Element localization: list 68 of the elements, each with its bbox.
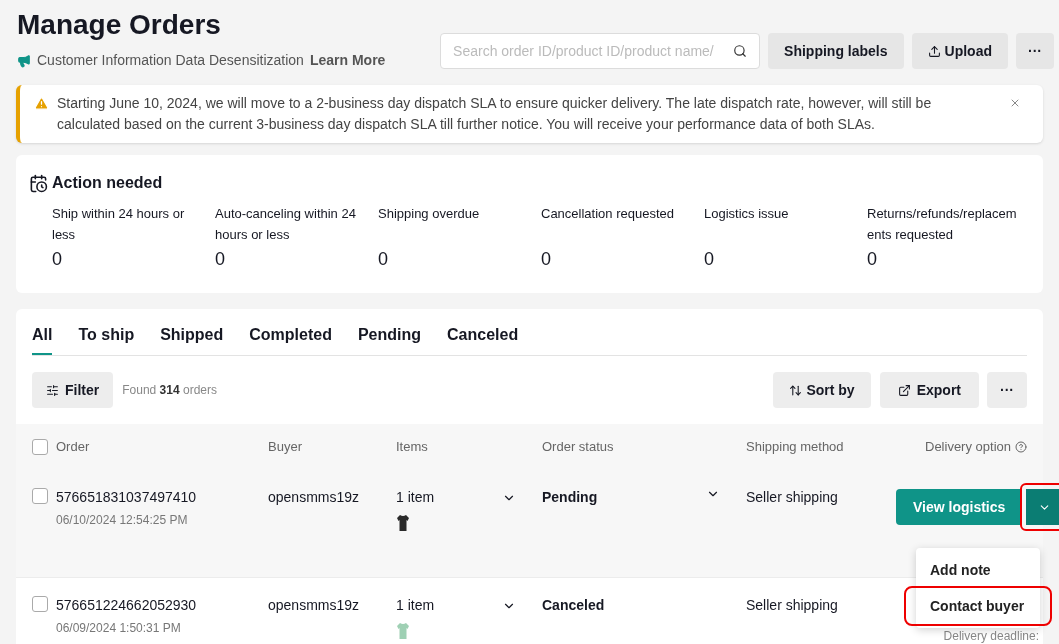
megaphone-icon — [17, 53, 31, 68]
dropdown-toggle[interactable] — [1026, 489, 1059, 525]
metric-label: Logistics issue — [704, 205, 790, 223]
metric-count: 0 — [541, 248, 552, 271]
section-title: Action needed — [52, 173, 163, 193]
banner-text: Starting June 10, 2024, we will move to a 2-business day dispatch SLA to ensure quicker delivery. The late dispatch rate, however, will still be calculated based on the current 3-business day dispatch SLA till further notice. You will receive your performance data of both SLAs. — [57, 94, 933, 134]
metric-count: 0 — [215, 248, 226, 271]
shipping-method: Seller shipping — [746, 488, 839, 507]
metric-count: 0 — [52, 248, 63, 271]
column-header: Items — [396, 438, 428, 457]
select-all-checkbox[interactable] — [32, 439, 48, 455]
order-date: 06/09/2024 1:50:31 PM — [56, 620, 182, 637]
sliders-icon — [46, 383, 59, 397]
export-button[interactable]: Export — [879, 372, 979, 408]
shipping-labels-button[interactable]: Shipping labels — [768, 33, 904, 69]
order-id[interactable]: 576651224662052930 — [56, 595, 197, 616]
column-header: Order — [56, 438, 90, 457]
more-button[interactable]: ··· — [987, 372, 1027, 408]
metric-label: Returns/refunds/replacements requested — [867, 205, 1018, 244]
row-checkbox[interactable] — [32, 488, 48, 504]
filter-tab[interactable]: Pending — [357, 323, 422, 355]
menu-item[interactable]: Add note — [916, 552, 1040, 588]
delivery-deadline: Delivery deadline: — [943, 628, 1039, 644]
order-date: 06/10/2024 12:54:25 PM — [56, 512, 189, 529]
buyer-name: opensmms19z — [268, 488, 361, 507]
upload-icon — [927, 44, 941, 58]
metric-label: Cancellation requested — [541, 205, 675, 223]
metric-count: 0 — [704, 248, 715, 271]
row-checkbox[interactable] — [32, 596, 48, 612]
filter-tab[interactable]: To ship — [78, 323, 135, 355]
item-count: 1 item — [396, 596, 435, 615]
column-header: Buyer — [268, 438, 302, 457]
close-icon[interactable] — [1009, 97, 1021, 109]
metric-label: Shipping overdue — [378, 205, 481, 223]
metric-count: 0 — [867, 248, 878, 271]
view-logistics-button[interactable]: View logistics — [896, 489, 1023, 525]
filter-tab[interactable]: All — [32, 323, 53, 355]
upload-button[interactable]: Upload — [911, 33, 1008, 69]
search-icon — [733, 44, 748, 58]
metric-label: Ship within 24 hours or less — [52, 205, 186, 244]
metric-label: Auto-canceling within 24 hours or less — [215, 205, 357, 244]
filter-tab[interactable]: Shipped — [160, 323, 224, 355]
buyer-name: opensmms19z — [268, 596, 361, 615]
order-id[interactable]: 576651831037497410 — [56, 487, 197, 508]
order-status: Pending — [542, 488, 598, 507]
shipping-method: Seller shipping — [746, 596, 839, 615]
metric-count: 0 — [378, 248, 389, 271]
calendar-clock-icon — [29, 173, 48, 193]
export-icon — [897, 383, 911, 397]
learn-more-link[interactable]: Learn More — [309, 50, 386, 71]
filter-tab[interactable]: Canceled — [447, 323, 519, 355]
menu-item[interactable]: Contact buyer — [906, 588, 1050, 624]
found-count: Found 314 orders — [122, 382, 217, 399]
page-title: Manage Orders — [17, 8, 222, 42]
filter-button[interactable]: Filter — [32, 372, 114, 408]
column-header: Order status — [542, 438, 614, 457]
order-status: Canceled — [542, 596, 605, 615]
more-button[interactable]: ··· — [1016, 33, 1054, 69]
filter-tab[interactable]: Completed — [249, 323, 332, 355]
search-field[interactable]: Search order ID/product ID/product name/ — [440, 33, 761, 69]
column-header: Shipping method — [746, 438, 844, 457]
sort-icon — [789, 383, 803, 397]
notice-text: Customer Information Data Desensitization — [37, 51, 304, 70]
item-count: 1 item — [396, 488, 435, 507]
help-icon — [1015, 441, 1027, 453]
column-header: Delivery option — [925, 438, 1011, 457]
sort-button[interactable]: Sort by — [773, 372, 871, 408]
warning-icon — [34, 96, 49, 111]
